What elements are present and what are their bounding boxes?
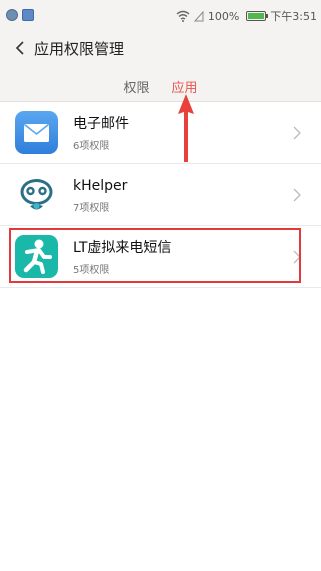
- back-button[interactable]: [6, 32, 34, 64]
- battery-fill: [248, 13, 265, 19]
- notification-app-icon: [22, 9, 34, 21]
- mail-icon: [15, 111, 58, 154]
- list-item-text: LT虚拟来电短信 5项权限: [73, 239, 171, 276]
- battery-percent: 100%: [207, 9, 240, 23]
- list-item-lt-virtual-call[interactable]: LT虚拟来电短信 5项权限: [0, 226, 321, 288]
- chevron-right-icon: [293, 188, 301, 202]
- permission-count: 7项权限: [73, 203, 110, 214]
- list-item-khelper[interactable]: kHelper 7项权限: [0, 164, 321, 226]
- title-bar: 应用权限管理: [0, 32, 321, 64]
- page-title: 应用权限管理: [34, 39, 125, 58]
- chevron-right-icon: [293, 250, 301, 264]
- notification-dot-icon: [6, 9, 18, 21]
- app-list: 电子邮件 6项权限 kHelper 7项权限 LT虚拟来电短信 5项权限: [0, 102, 321, 288]
- khelper-icon: [15, 173, 58, 216]
- list-item-text: 电子邮件 6项权限: [73, 115, 129, 152]
- runner-icon: [15, 235, 58, 278]
- tab-bar: 权限 应用: [0, 72, 321, 98]
- tab-permissions[interactable]: 权限: [123, 72, 149, 98]
- permission-count: 5项权限: [73, 265, 110, 276]
- app-name: 电子邮件: [73, 116, 129, 132]
- notification-icons: [6, 9, 34, 21]
- annotation-arrow-icon: [178, 94, 194, 162]
- chevron-left-icon: [15, 41, 24, 55]
- battery-icon: [246, 11, 269, 21]
- app-name: kHelper: [73, 178, 128, 194]
- app-name: LT虚拟来电短信: [73, 240, 172, 256]
- permission-count: 6项权限: [73, 141, 110, 152]
- list-item-text: kHelper 7项权限: [73, 177, 127, 214]
- list-item-email[interactable]: 电子邮件 6项权限: [0, 102, 321, 164]
- status-indicators: 100% 下午3:51: [176, 8, 317, 24]
- chevron-right-icon: [293, 126, 301, 140]
- clock: 下午3:51: [270, 10, 317, 23]
- status-bar: 100% 下午3:51: [0, 0, 321, 32]
- wifi-icon: [176, 10, 190, 22]
- signal-icon: [193, 10, 204, 21]
